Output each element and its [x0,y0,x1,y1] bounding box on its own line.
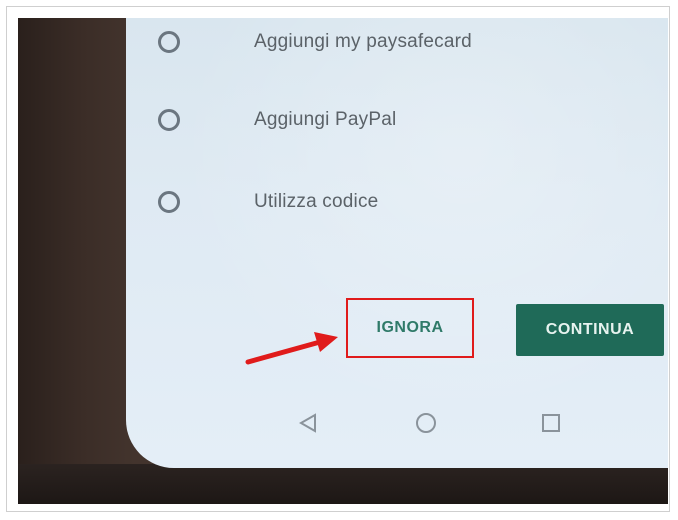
option-code[interactable]: Utilizza codice [158,182,638,222]
option-label: Utilizza codice [254,191,379,212]
option-paypal[interactable]: Aggiungi PayPal [158,100,638,140]
option-label: Aggiungi my paysafecard [254,31,472,52]
continue-button[interactable]: CONTINUA [516,304,664,356]
radio-button[interactable] [158,191,180,213]
android-nav-bar [126,403,668,453]
triangle-back-icon[interactable] [288,403,328,443]
option-label: Aggiungi PayPal [254,109,397,130]
phone-photo: Aggiungi my paysafecard Aggiungi PayPal … [18,18,668,504]
ignore-button[interactable]: IGNORA [346,298,474,358]
phone-bezel-bottom [18,464,668,504]
radio-button[interactable] [158,109,180,131]
phone-screen: Aggiungi my paysafecard Aggiungi PayPal … [126,18,668,468]
square-recents-icon[interactable] [531,403,571,443]
screen-glare [126,18,668,468]
circle-home-icon[interactable] [406,403,446,443]
red-arrow-icon [245,332,338,365]
option-paysafecard[interactable]: Aggiungi my paysafecard [158,22,638,62]
recents-square [542,414,560,432]
home-circle [416,413,436,433]
radio-button[interactable] [158,31,180,53]
